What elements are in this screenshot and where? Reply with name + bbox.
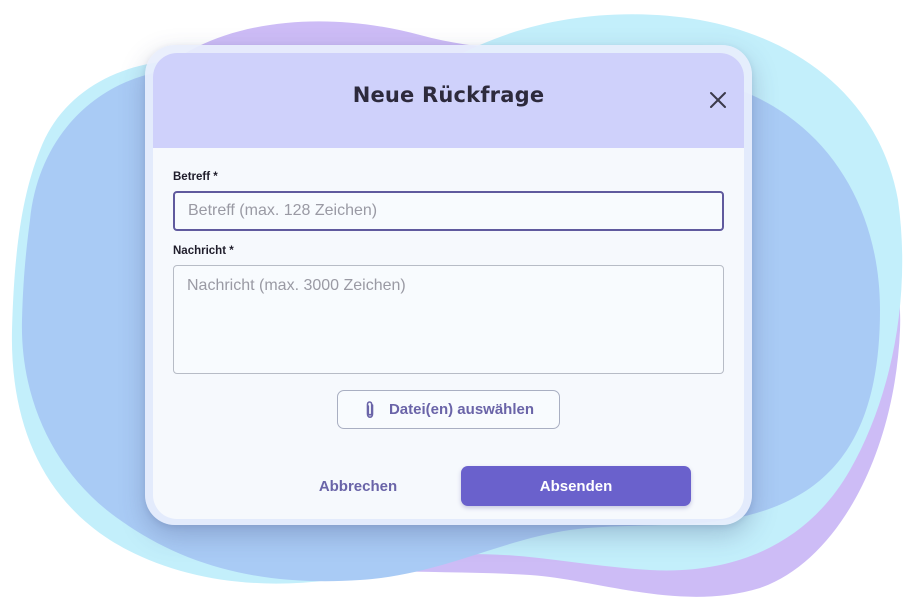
new-inquiry-dialog: Neue Rückfrage Betreff * Nachricht * Dat… (153, 53, 744, 519)
close-button[interactable] (707, 89, 729, 111)
select-files-button[interactable]: Datei(en) auswählen (337, 390, 560, 429)
subject-label: Betreff * (173, 171, 218, 183)
subject-input[interactable] (173, 191, 724, 231)
dialog-header: Neue Rückfrage (153, 53, 744, 148)
screen: Neue Rückfrage Betreff * Nachricht * Dat… (0, 0, 908, 600)
message-label: Nachricht * (173, 245, 234, 257)
cancel-button[interactable]: Abbrechen (265, 466, 451, 506)
select-files-label: Datei(en) auswählen (388, 401, 535, 418)
paperclip-icon (366, 400, 374, 418)
submit-button[interactable]: Absenden (461, 466, 691, 506)
message-input[interactable] (173, 265, 724, 374)
dialog-title: Neue Rückfrage (352, 83, 545, 107)
close-icon (710, 92, 726, 108)
